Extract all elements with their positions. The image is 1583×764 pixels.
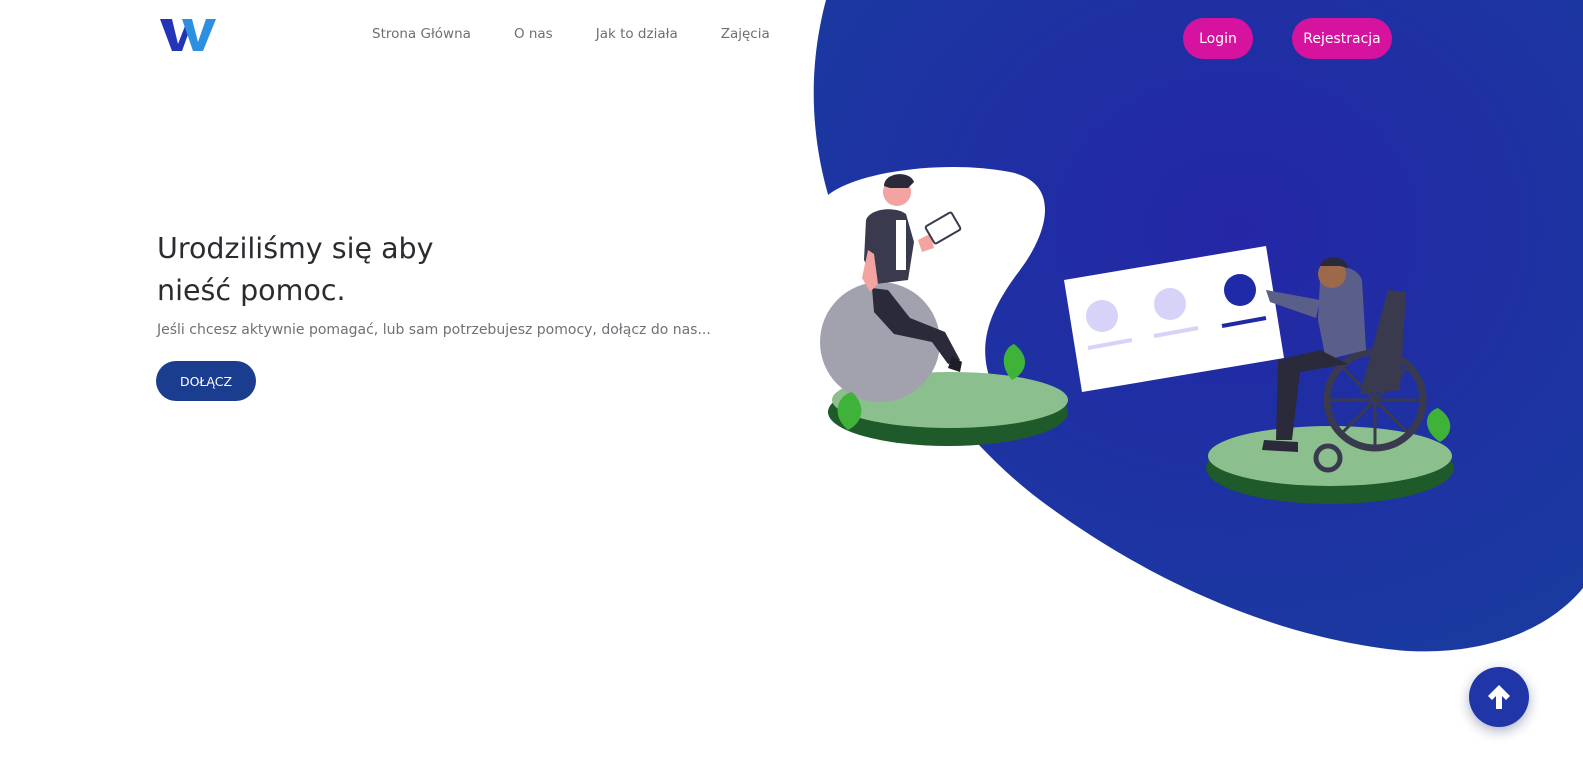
hero-title-line-2: nieść pomoc. bbox=[157, 274, 346, 307]
hero-illustration bbox=[820, 166, 1454, 504]
arrow-up-icon bbox=[1488, 685, 1510, 709]
hero-subtitle: Jeśli chcesz aktywnie pomagać, lub sam p… bbox=[157, 322, 711, 338]
login-button[interactable]: Login bbox=[1183, 18, 1253, 59]
board bbox=[1064, 246, 1284, 392]
nav-item-classes[interactable]: Zajęcia bbox=[721, 26, 770, 42]
wheelchair-person bbox=[1262, 257, 1427, 473]
leaf-center bbox=[1003, 344, 1026, 380]
join-button[interactable]: DOŁĄCZ bbox=[156, 361, 256, 401]
nav-item-about[interactable]: O nas bbox=[514, 26, 553, 42]
main-nav: Strona Główna O nas Jak to działa Zajęci… bbox=[372, 26, 770, 42]
hero-title: Urodziliśmy się aby nieść pomoc. bbox=[157, 228, 717, 312]
hero-title-line-1: Urodziliśmy się aby bbox=[157, 232, 434, 265]
scroll-to-top-button[interactable] bbox=[1469, 667, 1529, 727]
right-platform bbox=[1206, 426, 1454, 504]
register-button[interactable]: Rejestracja bbox=[1292, 18, 1392, 59]
w-logo-icon[interactable] bbox=[158, 16, 218, 54]
leaf-right bbox=[1427, 408, 1451, 442]
nav-item-home[interactable]: Strona Główna bbox=[372, 26, 471, 42]
nav-item-how-it-works[interactable]: Jak to działa bbox=[596, 26, 678, 42]
